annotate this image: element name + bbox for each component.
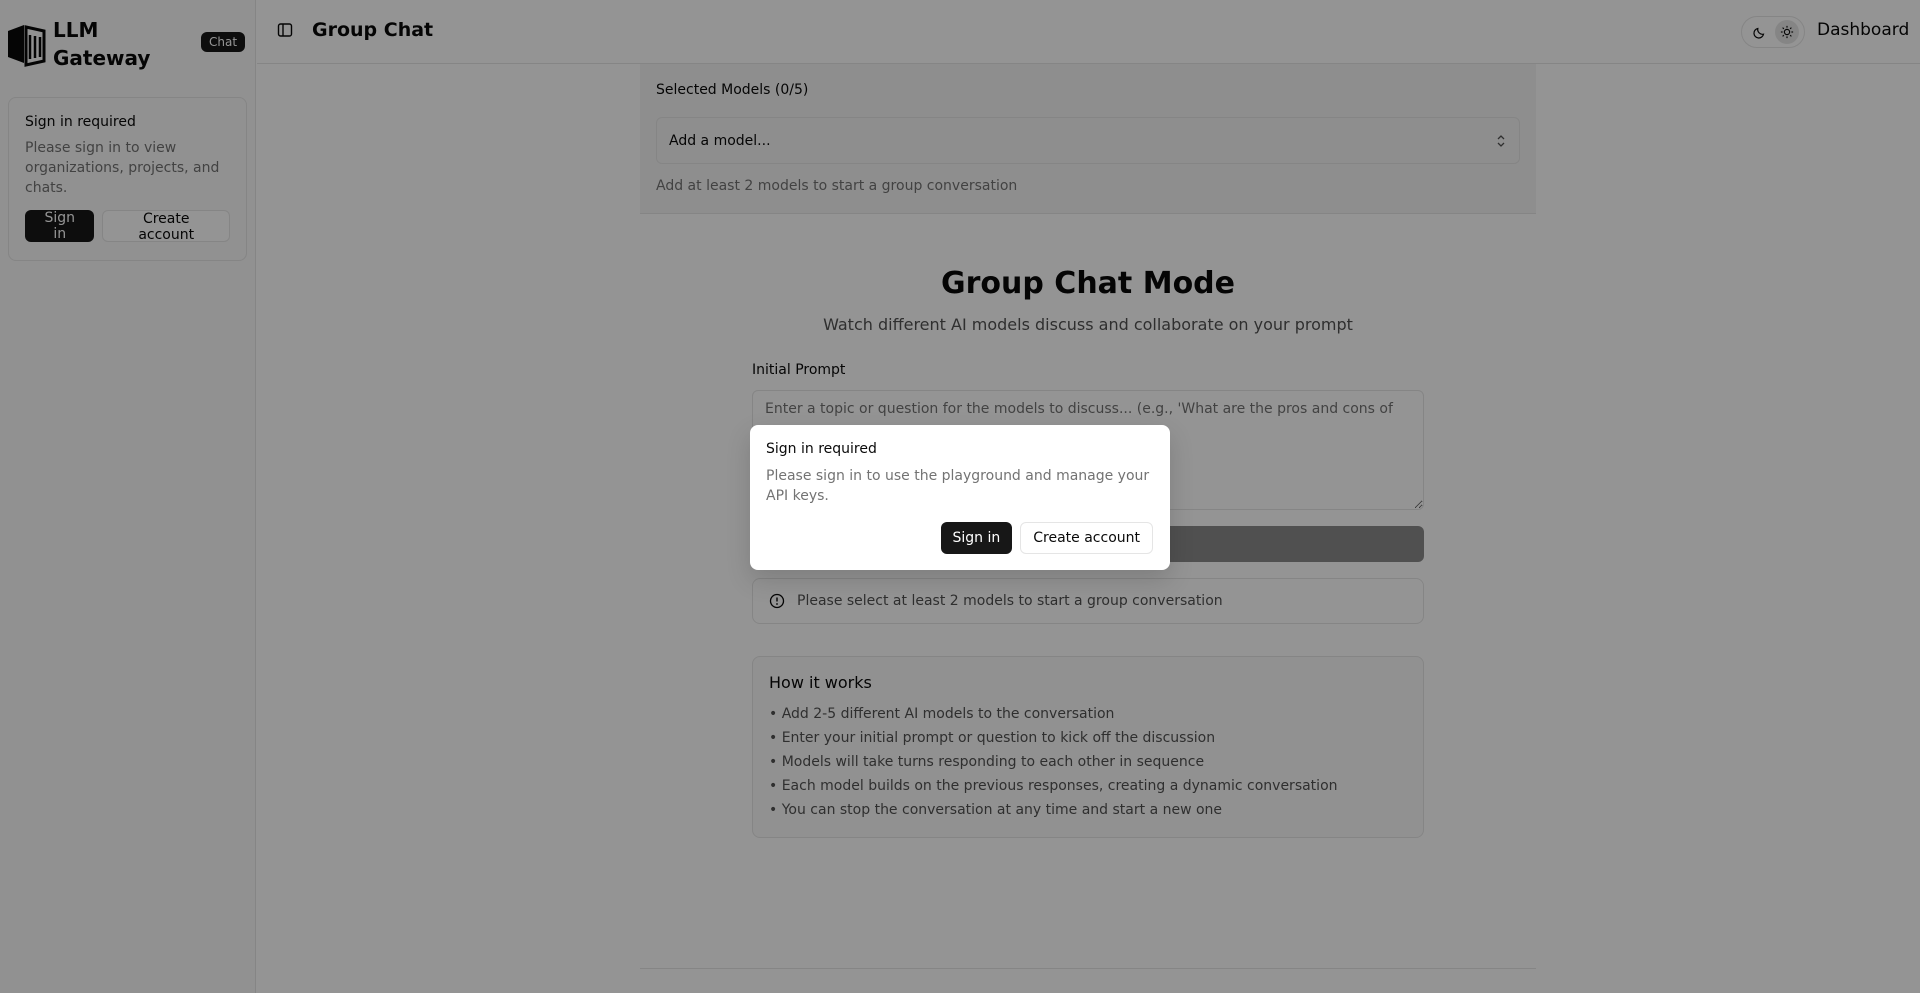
dialog-description: Please sign in to use the playground and… bbox=[766, 468, 1150, 504]
signin-dialog: Sign in required Please sign in to use t… bbox=[750, 425, 1170, 570]
dialog-signin-button[interactable]: Sign in bbox=[940, 522, 1013, 554]
dialog-create-account-button[interactable]: Create account bbox=[1020, 522, 1153, 554]
dialog-title: Sign in required bbox=[766, 441, 877, 457]
